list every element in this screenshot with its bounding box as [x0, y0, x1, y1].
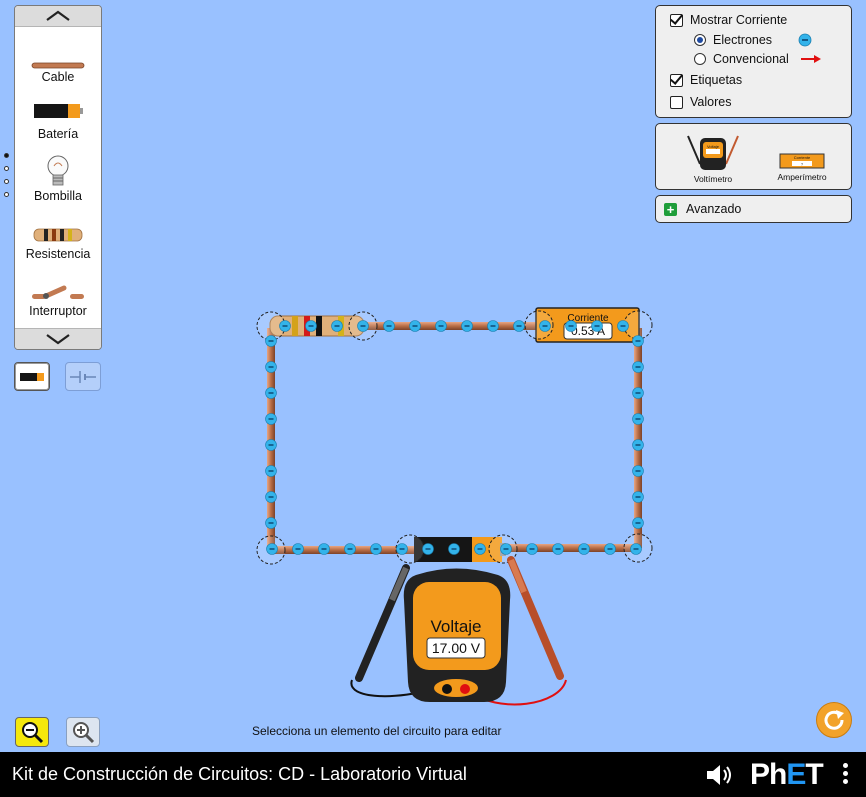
phet-menu-button[interactable] [843, 763, 849, 787]
phet-logo[interactable]: PhET [750, 758, 824, 792]
voltmeter-title: Voltaje [430, 617, 481, 636]
zoom-in-icon [73, 722, 95, 744]
navigation-bar: Kit de Construcción de Circuitos: CD - L… [0, 752, 866, 797]
wire-bottom-right[interactable] [505, 544, 639, 552]
sound-icon[interactable] [705, 763, 735, 787]
reset-icon [824, 710, 844, 730]
phet-logo-e: E [786, 758, 806, 791]
circuit-canvas: Corriente 0.53 A Voltaje 17.00 V [256, 307, 653, 706]
vertex-group[interactable] [256, 310, 653, 565]
app-title: Kit de Construcción de Circuitos: CD - L… [12, 764, 467, 784]
voltmeter-value: 17.00 V [432, 640, 481, 656]
zoom-out-icon [22, 722, 44, 744]
wire-group[interactable] [267, 322, 642, 554]
zoom-out-button[interactable] [15, 717, 49, 747]
phet-logo-text: Ph [750, 758, 787, 791]
phet-logo-text-end: T [805, 758, 823, 791]
reset-all-button[interactable] [816, 702, 852, 738]
voltmeter[interactable]: Voltaje 17.00 V [403, 568, 511, 703]
wire-right[interactable] [634, 328, 642, 548]
zoom-in-button[interactable] [66, 717, 100, 747]
electron-particles [265, 320, 644, 555]
hint-text: Selecciona un elemento del circuito para… [252, 724, 502, 738]
